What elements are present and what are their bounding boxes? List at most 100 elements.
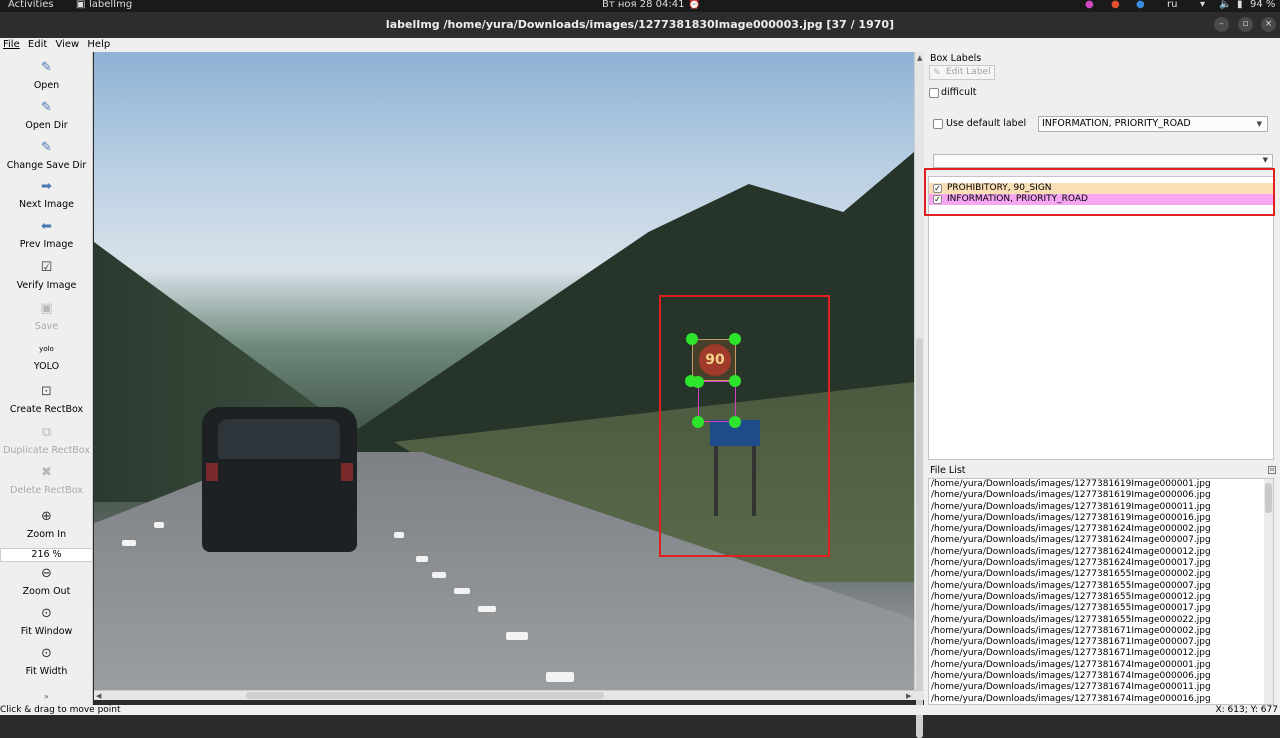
folder-icon: ✎	[41, 100, 52, 115]
car-tail-light	[206, 463, 218, 481]
car	[202, 407, 357, 552]
file-list-item[interactable]: /home/yura/Downloads/images/1277381671Im…	[929, 626, 1273, 637]
delete-rectbox-button[interactable]: ✖ Delete RectBox	[0, 465, 92, 496]
canvas-vertical-scrollbar[interactable]: ▲	[914, 52, 924, 738]
next-image-button[interactable]: ➡ Next Image	[0, 179, 92, 210]
alarm-icon: ⏰	[688, 0, 701, 10]
create-rect-icon: ⊡	[41, 384, 52, 399]
file-list-item[interactable]: /home/yura/Downloads/images/1277381674Im…	[929, 660, 1273, 671]
file-list-item[interactable]: /home/yura/Downloads/images/1277381674Im…	[929, 671, 1273, 682]
chevron-down-icon: ▼	[1262, 156, 1268, 164]
canvas-vertical-scroll-thumb[interactable]	[916, 338, 923, 738]
app-icon: ▣	[76, 0, 86, 10]
cursor-coordinates: X: 613; Y: 677	[1215, 705, 1278, 715]
delete-icon: ✖	[41, 465, 52, 480]
file-list-item[interactable]: /home/yura/Downloads/images/1277381671Im…	[929, 648, 1273, 659]
file-list-item[interactable]: /home/yura/Downloads/images/1277381619Im…	[929, 479, 1273, 490]
toolbar-more-icon[interactable]: »	[0, 692, 92, 701]
file-list-item[interactable]: /home/yura/Downloads/images/1277381624Im…	[929, 558, 1273, 569]
fit-window-button[interactable]: ⊙ Fit Window	[0, 606, 92, 637]
activities-button[interactable]: Activities	[8, 0, 54, 10]
image-canvas[interactable]: 90	[94, 52, 914, 690]
lane-marking	[394, 532, 404, 538]
file-list-item[interactable]: /home/yura/Downloads/images/1277381624Im…	[929, 535, 1273, 546]
bbox-handle[interactable]	[692, 416, 704, 428]
zoom-out-button[interactable]: ⊖ Zoom Out	[0, 566, 92, 597]
clock[interactable]: Вт ноя 28 04:41	[602, 0, 684, 10]
fit-window-icon: ⊙	[41, 606, 52, 621]
system-top-bar: Activities ▣ labelImg Вт ноя 28 04:41 ⏰ …	[0, 0, 1280, 12]
bbox-prohibitory-90[interactable]: 90	[692, 339, 736, 381]
scroll-left-icon[interactable]: ◀	[96, 692, 101, 700]
create-rectbox-button[interactable]: ⊡ Create RectBox	[0, 384, 92, 415]
menu-help[interactable]: Help	[84, 38, 112, 52]
file-list-scroll-thumb[interactable]	[1265, 483, 1272, 513]
difficult-checkbox[interactable]	[929, 88, 939, 98]
bbox-handle[interactable]	[729, 375, 741, 387]
car-rear-window	[218, 419, 340, 459]
label-filter-combo[interactable]: ▼	[933, 154, 1273, 168]
file-list-item[interactable]: /home/yura/Downloads/images/1277381655Im…	[929, 581, 1273, 592]
checkbox-icon: ☑	[40, 260, 53, 275]
fit-width-icon: ⊙	[41, 646, 52, 661]
yolo-format-button[interactable]: yolo YOLO	[0, 341, 92, 372]
app-tray-icon[interactable]: ●	[1085, 0, 1094, 10]
file-list-item[interactable]: /home/yura/Downloads/images/1277381624Im…	[929, 547, 1273, 558]
canvas-horizontal-scrollbar[interactable]: ◀ ▶	[94, 690, 924, 700]
bbox-handle[interactable]	[692, 376, 704, 388]
file-list-item[interactable]: /home/yura/Downloads/images/1277381671Im…	[929, 637, 1273, 648]
chrome-tray-icon[interactable]: ●	[1136, 0, 1145, 10]
open-button[interactable]: ✎ Open	[0, 60, 92, 91]
lane-marking	[478, 606, 496, 612]
browser-tray-icon[interactable]: ●	[1111, 0, 1120, 10]
menu-file[interactable]: File	[0, 38, 22, 52]
bbox-information-priority-road[interactable]	[698, 381, 736, 422]
open-dir-button[interactable]: ✎ Open Dir	[0, 100, 92, 131]
file-list-item[interactable]: /home/yura/Downloads/images/1277381674Im…	[929, 694, 1273, 704]
bbox-handle[interactable]	[729, 333, 741, 345]
arrow-right-icon: ➡	[41, 179, 52, 194]
maximize-button[interactable]: ▫	[1238, 17, 1253, 32]
wifi-icon[interactable]: ▾	[1200, 0, 1205, 10]
zoom-spinbox[interactable]: 216 %	[0, 548, 92, 562]
use-default-label-checkbox[interactable]	[933, 119, 943, 129]
language-indicator[interactable]: ru	[1167, 0, 1177, 10]
battery-icon[interactable]: ▮	[1237, 0, 1243, 10]
file-list-item[interactable]: /home/yura/Downloads/images/1277381619Im…	[929, 490, 1273, 501]
window-title: labelImg /home/yura/Downloads/images/127…	[385, 18, 895, 31]
undock-icon[interactable]: ▫	[1268, 466, 1276, 474]
prev-image-button[interactable]: ⬅ Prev Image	[0, 219, 92, 250]
default-label-select[interactable]: INFORMATION, PRIORITY_ROAD ▼	[1038, 116, 1268, 132]
minimize-button[interactable]: –	[1214, 17, 1229, 32]
bbox-handle[interactable]	[686, 333, 698, 345]
file-list-item[interactable]: /home/yura/Downloads/images/1277381619Im…	[929, 513, 1273, 524]
canvas-horizontal-scroll-thumb[interactable]	[246, 692, 604, 699]
file-list-item[interactable]: /home/yura/Downloads/images/1277381655Im…	[929, 569, 1273, 580]
app-menu[interactable]: labelImg	[89, 0, 132, 10]
verify-image-button[interactable]: ☑ Verify Image	[0, 260, 92, 291]
fit-width-button[interactable]: ⊙ Fit Width	[0, 646, 92, 677]
file-list-item[interactable]: /home/yura/Downloads/images/1277381674Im…	[929, 682, 1273, 693]
bbox-handle[interactable]	[729, 416, 741, 428]
car-tail-light	[341, 463, 353, 481]
label-list: ✓ PROHIBITORY, 90_SIGN ✓ INFORMATION, PR…	[928, 176, 1274, 460]
file-list-item[interactable]: /home/yura/Downloads/images/1277381619Im…	[929, 502, 1273, 513]
menu-edit[interactable]: Edit	[25, 38, 49, 52]
scroll-right-icon[interactable]: ▶	[906, 692, 911, 700]
zoom-in-button[interactable]: ⊕ Zoom In	[0, 509, 92, 540]
file-list-item[interactable]: /home/yura/Downloads/images/1277381655Im…	[929, 592, 1273, 603]
file-list-item[interactable]: /home/yura/Downloads/images/1277381655Im…	[929, 615, 1273, 626]
highlight-box-labels	[924, 168, 1275, 216]
file-list-item[interactable]: /home/yura/Downloads/images/1277381624Im…	[929, 524, 1273, 535]
file-list-item[interactable]: /home/yura/Downloads/images/1277381655Im…	[929, 603, 1273, 614]
duplicate-rectbox-button[interactable]: ⧉ Duplicate RectBox	[0, 425, 92, 456]
change-save-dir-button[interactable]: ✎ Change Save Dir	[0, 140, 92, 171]
volume-icon[interactable]: 🔈	[1219, 0, 1231, 10]
close-button[interactable]: ×	[1261, 17, 1276, 32]
save-button[interactable]: ▣ Save	[0, 301, 92, 332]
file-list-scrollbar[interactable]	[1264, 479, 1273, 704]
scroll-up-icon[interactable]: ▲	[917, 54, 922, 62]
zoom-in-icon: ⊕	[41, 509, 52, 524]
menu-view[interactable]: View	[52, 38, 81, 52]
window-title-bar: labelImg /home/yura/Downloads/images/127…	[0, 12, 1280, 38]
